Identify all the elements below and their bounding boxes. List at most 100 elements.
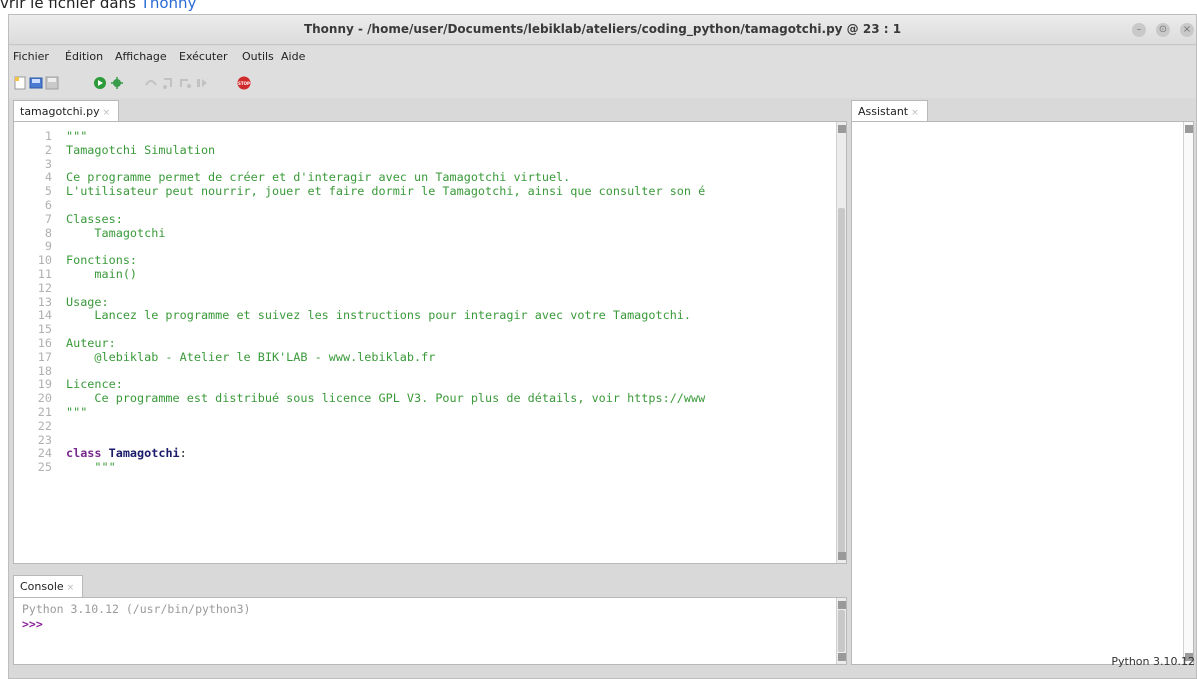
assistant-tab-label: Assistant bbox=[858, 105, 909, 118]
code-line[interactable]: 18 bbox=[22, 363, 705, 379]
code-line[interactable]: 20 Ce programme est distribué sous licen… bbox=[22, 391, 705, 406]
line-number: 1 bbox=[44, 129, 52, 143]
console-scroll-down-icon[interactable] bbox=[838, 653, 846, 661]
open-file-icon[interactable] bbox=[29, 76, 43, 90]
close-button[interactable]: × bbox=[1180, 23, 1194, 37]
code-line[interactable]: 17 @lebiklab - Atelier le BIK'LAB - www.… bbox=[22, 349, 705, 365]
code-text: Classes: bbox=[66, 211, 123, 226]
code-line[interactable]: 4 Ce programme permet de créer et d'inter… bbox=[22, 170, 705, 185]
menu-affichage[interactable]: Affichage bbox=[115, 50, 167, 63]
code-line[interactable]: 11 main() bbox=[22, 266, 705, 282]
line-number: 17 bbox=[37, 349, 52, 364]
editor-scroll-thumb[interactable] bbox=[838, 208, 845, 553]
assistant-scrollbar[interactable] bbox=[1183, 122, 1193, 664]
interpreter-status[interactable]: Python 3.10.12 bbox=[1111, 655, 1195, 668]
tab-label: tamagotchi.py bbox=[20, 105, 100, 118]
code-line[interactable]: 23 bbox=[22, 433, 705, 448]
console-tab-label: Console bbox=[20, 580, 64, 593]
line-number: 18 bbox=[37, 363, 52, 378]
assistant-tab-close-icon[interactable]: × bbox=[911, 108, 919, 118]
minimize-button[interactable]: – bbox=[1132, 23, 1146, 37]
code-line[interactable]: 9 bbox=[22, 240, 705, 254]
page-caption: vrir le fichier dans Thonny bbox=[0, 0, 196, 12]
code-line[interactable]: 2 Tamagotchi Simulation bbox=[22, 142, 705, 158]
line-number: 21 bbox=[37, 404, 52, 419]
run-icon[interactable] bbox=[93, 76, 107, 90]
code-text: Lancez le programme et suivez les instru… bbox=[66, 308, 692, 323]
maximize-button[interactable]: ⊙ bbox=[1156, 23, 1170, 37]
stop-label: STOP bbox=[238, 81, 250, 86]
console-scroll-up-icon[interactable] bbox=[838, 601, 846, 609]
code-line[interactable]: 13 Usage: bbox=[22, 294, 705, 310]
code-text: Usage: bbox=[66, 294, 109, 309]
code-line[interactable]: 1 """ bbox=[22, 129, 705, 144]
tab-console[interactable]: Console × bbox=[13, 575, 84, 597]
resume-icon[interactable] bbox=[195, 76, 209, 90]
line-number: 25 bbox=[37, 460, 52, 475]
code-line[interactable]: 6 bbox=[22, 198, 705, 213]
thonny-link[interactable]: Thonny bbox=[141, 0, 197, 12]
code-text: main() bbox=[66, 266, 138, 281]
console-output[interactable]: Python 3.10.12 (/usr/bin/python3) >>> bbox=[22, 602, 250, 632]
line-number: 13 bbox=[37, 294, 52, 309]
debug-icon[interactable] bbox=[110, 76, 124, 90]
code-editor[interactable]: 1 """ 2 Tamagotchi Simulation 3 4 Ce programme… bbox=[22, 129, 705, 475]
keyword-token: class bbox=[66, 446, 102, 461]
code-line[interactable]: 14 Lancez le programme et suivez les ins… bbox=[22, 308, 705, 323]
assistant-scroll-up-icon[interactable] bbox=[1185, 125, 1193, 133]
code-line[interactable]: 7 Classes: bbox=[22, 211, 705, 227]
code-line[interactable]: 12 bbox=[22, 280, 705, 296]
menu-bar: Fichier Édition Affichage Exécuter Outil… bbox=[9, 46, 1196, 68]
code-line[interactable]: 16 Auteur: bbox=[22, 336, 705, 351]
code-text: """ bbox=[66, 404, 88, 419]
step-over-icon[interactable] bbox=[144, 76, 158, 90]
menu-fichier[interactable]: Fichier bbox=[13, 50, 49, 63]
line-number: 22 bbox=[37, 418, 52, 433]
code-line[interactable]: 19 Licence: bbox=[22, 377, 705, 392]
code-text: Tamagotchi Simulation bbox=[66, 142, 216, 157]
code-line[interactable]: 24 class Tamagotchi: bbox=[22, 446, 705, 461]
step-into-icon[interactable] bbox=[161, 76, 175, 90]
code-line[interactable]: 3 bbox=[22, 156, 705, 172]
code-line[interactable]: 10 Fonctions: bbox=[22, 253, 705, 268]
scroll-up-icon[interactable] bbox=[838, 125, 846, 133]
console-scroll-thumb[interactable] bbox=[838, 610, 845, 652]
menu-outils[interactable]: Outils bbox=[242, 50, 274, 63]
step-out-icon[interactable] bbox=[178, 76, 192, 90]
code-text: Tamagotchi bbox=[66, 225, 166, 240]
console-prompt: >>> bbox=[22, 617, 43, 631]
line-number: 12 bbox=[37, 280, 52, 295]
code-text: Ce programme permet de créer et d'intera… bbox=[66, 170, 571, 185]
tab-close-icon[interactable]: × bbox=[103, 108, 111, 118]
console-tab-close-icon[interactable]: × bbox=[67, 583, 75, 593]
line-number: 8 bbox=[44, 225, 52, 240]
assistant-pane[interactable] bbox=[851, 121, 1194, 665]
menu-executer[interactable]: Exécuter bbox=[179, 50, 228, 63]
window-title: Thonny - /home/user/Documents/lebiklab/a… bbox=[303, 22, 902, 36]
thonny-window: Thonny - /home/user/Documents/lebiklab/a… bbox=[8, 14, 1197, 679]
code-line[interactable]: 5 L'utilisateur peut nourrir, jouer et fa… bbox=[22, 184, 705, 199]
line-number: 20 bbox=[37, 391, 52, 406]
new-file-icon[interactable] bbox=[13, 76, 27, 90]
menu-edition[interactable]: Édition bbox=[65, 50, 103, 63]
code-line[interactable]: 21 """ bbox=[22, 404, 705, 420]
editor-pane[interactable]: 1 """ 2 Tamagotchi Simulation 3 4 Ce programme… bbox=[13, 121, 847, 564]
code-line[interactable]: 8 Tamagotchi bbox=[22, 225, 705, 241]
line-number: 14 bbox=[37, 308, 52, 323]
console-pane[interactable]: Python 3.10.12 (/usr/bin/python3) >>> bbox=[13, 597, 847, 665]
code-line[interactable]: 22 bbox=[22, 418, 705, 434]
code-line[interactable]: 25 """ bbox=[22, 460, 705, 475]
scroll-down-icon[interactable] bbox=[838, 552, 846, 560]
tab-assistant[interactable]: Assistant × bbox=[851, 100, 928, 122]
editor-scrollbar[interactable] bbox=[836, 122, 846, 563]
code-line[interactable]: 15 bbox=[22, 322, 705, 337]
class-name-token: Tamagotchi bbox=[108, 446, 180, 461]
save-file-icon[interactable] bbox=[45, 76, 59, 90]
stop-icon[interactable]: STOP bbox=[237, 76, 251, 90]
console-scrollbar[interactable] bbox=[836, 598, 846, 664]
tab-tamagotchi-py[interactable]: tamagotchi.py × bbox=[13, 100, 120, 122]
line-number: 3 bbox=[44, 156, 52, 171]
code-text: Licence: bbox=[66, 377, 123, 392]
menu-aide[interactable]: Aide bbox=[281, 50, 305, 63]
line-number: 9 bbox=[44, 239, 52, 254]
